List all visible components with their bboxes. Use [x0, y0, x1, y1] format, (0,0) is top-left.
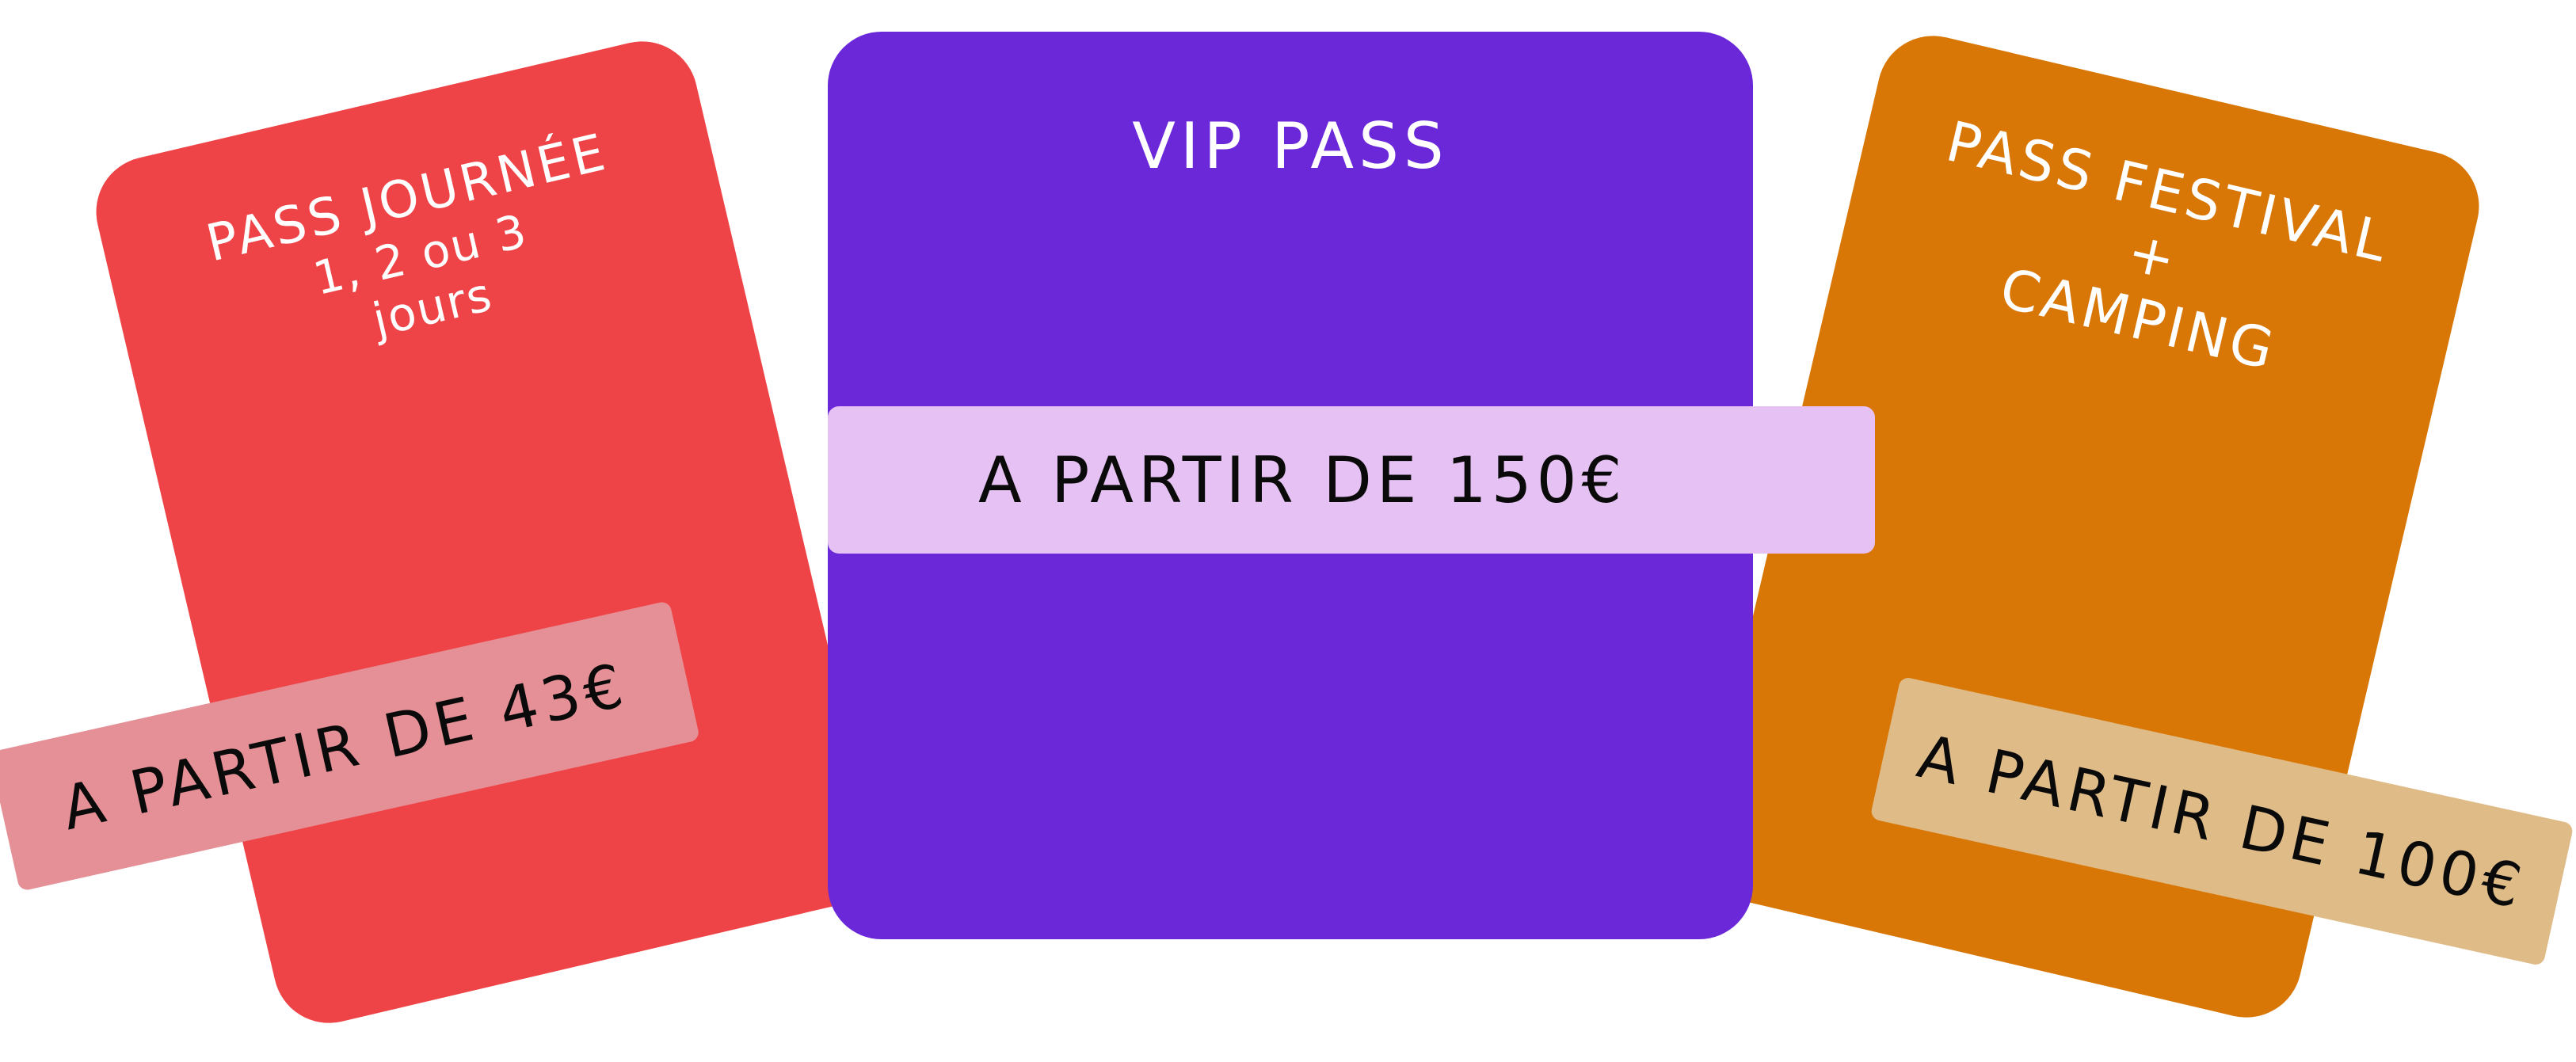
- pass-festival-title-block: PASS FESTIVAL + CAMPING: [1831, 90, 2475, 421]
- pass-journee-title-block: PASS JOURNÉE 1, 2 ou 3 jours: [101, 100, 738, 404]
- pass-offers: PASS JOURNÉE 1, 2 ou 3 jours PASS FESTIV…: [0, 0, 2576, 1062]
- vip-pass-title: VIP PASS: [1132, 109, 1449, 183]
- vip-pass-price-tag[interactable]: A PARTIR DE 150€: [828, 406, 1875, 554]
- pass-journee-card[interactable]: PASS JOURNÉE 1, 2 ou 3 jours: [85, 30, 886, 1034]
